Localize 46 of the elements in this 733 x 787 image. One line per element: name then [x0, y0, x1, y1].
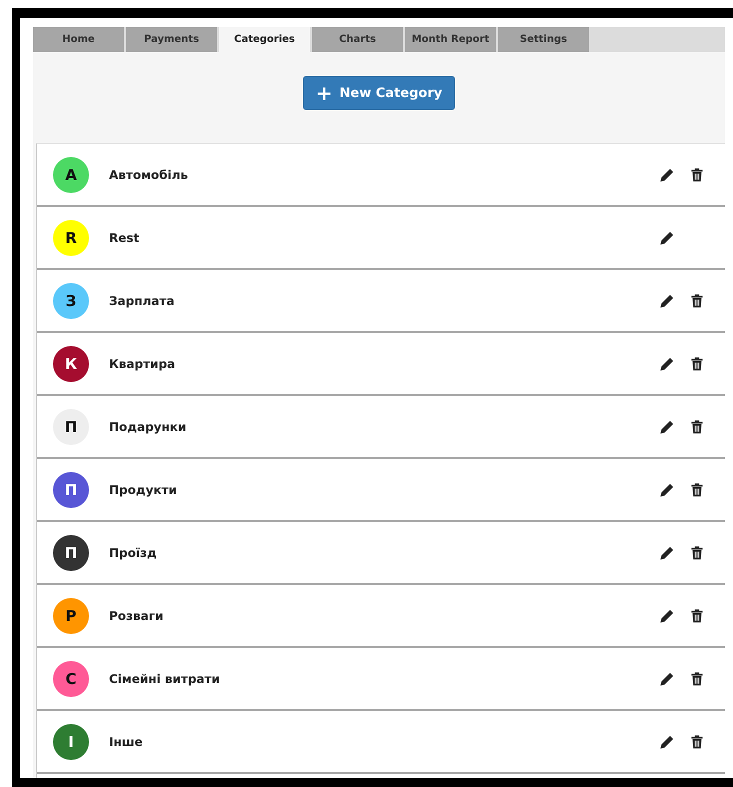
category-name: Інше	[109, 734, 144, 748]
new-category-button[interactable]: + New Category	[302, 76, 456, 110]
tab[interactable]: Categories	[219, 27, 310, 52]
delete-icon[interactable]	[689, 608, 705, 624]
category-avatar: З	[53, 282, 89, 318]
delete-icon[interactable]	[689, 670, 705, 686]
edit-icon[interactable]	[659, 230, 675, 246]
edit-icon[interactable]	[659, 608, 675, 624]
category-name: Зарплата	[109, 294, 176, 308]
edit-icon[interactable]	[659, 544, 675, 560]
edit-icon[interactable]	[659, 418, 675, 434]
category-name: Подарунки	[109, 420, 188, 434]
tab[interactable]: Settings	[498, 27, 589, 52]
delete-icon[interactable]	[689, 166, 705, 182]
category-avatar: П	[53, 472, 89, 508]
tab[interactable]: Charts	[312, 27, 403, 52]
category-avatar: К	[53, 346, 89, 382]
category-name: Проїзд	[109, 546, 158, 560]
delete-icon[interactable]	[689, 482, 705, 498]
edit-icon[interactable]	[659, 166, 675, 182]
category-avatar: А	[53, 156, 89, 192]
edit-icon[interactable]	[659, 734, 675, 750]
category-name: Rest	[109, 230, 140, 244]
delete-icon[interactable]	[689, 544, 705, 560]
category-avatar: П	[53, 408, 89, 444]
delete-icon[interactable]	[689, 418, 705, 434]
edit-icon[interactable]	[659, 356, 675, 372]
category-avatar: С	[53, 660, 89, 696]
edit-icon[interactable]	[659, 670, 675, 686]
delete-icon[interactable]	[689, 292, 705, 308]
category-name: Сімейні витрати	[109, 672, 221, 686]
edit-icon[interactable]	[659, 482, 675, 498]
category-name: Квартира	[109, 356, 176, 370]
tab[interactable]: Payments	[126, 27, 217, 52]
category-avatar: П	[53, 534, 89, 570]
delete-icon[interactable]	[689, 356, 705, 372]
category-avatar: Р	[53, 598, 89, 634]
category-name: Розваги	[109, 608, 164, 622]
edit-icon[interactable]	[659, 292, 675, 308]
category-avatar: І	[53, 724, 89, 760]
tab[interactable]: Home	[33, 27, 124, 52]
delete-icon[interactable]	[689, 734, 705, 750]
category-avatar: R	[53, 220, 89, 256]
tab[interactable]: Month Report	[405, 27, 496, 52]
category-name: Продукти	[109, 482, 178, 496]
category-name: Автомобіль	[109, 168, 190, 182]
